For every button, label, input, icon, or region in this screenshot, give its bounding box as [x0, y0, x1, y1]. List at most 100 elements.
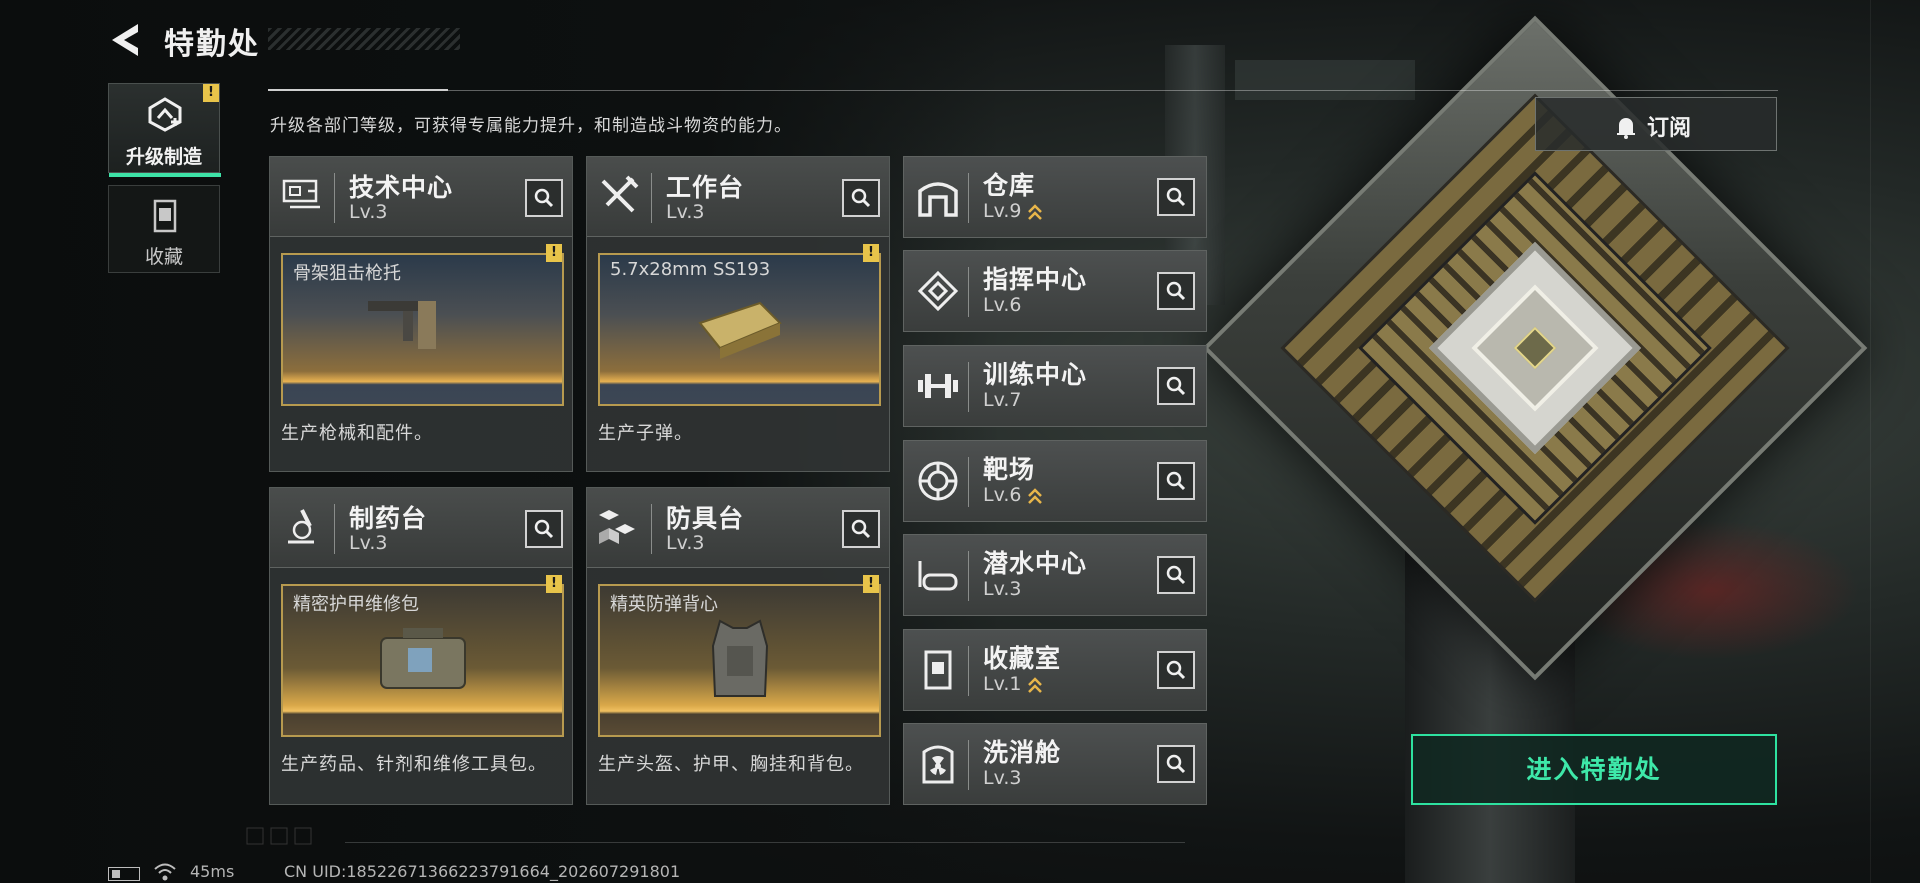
inspect-button[interactable] — [842, 179, 880, 217]
facility-card-tech-center: 技术中心 Lv.3 骨架狙击枪托 ! 生产枪械和配件。 — [269, 156, 573, 472]
search-icon — [1166, 565, 1186, 585]
facility-name: 训练中心 — [983, 360, 1088, 389]
dumbbell-icon — [918, 374, 958, 398]
radiation-icon — [922, 745, 954, 784]
microscope-icon — [288, 509, 314, 544]
facility-level: Lv.7 — [983, 389, 1022, 411]
back-button[interactable] — [108, 20, 144, 60]
facility-name: 靶场 — [983, 455, 1036, 484]
inspect-button[interactable] — [1157, 367, 1195, 405]
craft-item-name: 精英防弹背心 — [610, 594, 718, 615]
search-icon — [1166, 376, 1186, 396]
inspect-button[interactable] — [525, 510, 563, 548]
facility-level: Lv.3 — [983, 578, 1022, 600]
craft-preview[interactable]: 精密护甲维修包 — [281, 584, 564, 737]
search-icon — [1166, 660, 1186, 680]
upgrade-craft-icon — [148, 97, 182, 132]
facility-item-command-center[interactable]: 指挥中心 Lv.6 — [903, 250, 1207, 332]
inspect-button[interactable] — [1157, 272, 1195, 310]
upgrade-available-icon — [1028, 203, 1043, 220]
page-title: 特勤处 — [164, 27, 260, 62]
card-header: 工作台 Lv.3 — [587, 157, 889, 237]
facility-item-diving-center[interactable]: 潜水中心 Lv.3 — [903, 534, 1207, 616]
facility-name: 仓库 — [983, 171, 1036, 200]
page-subtitle: 升级各部门等级，可获得专属能力提升，和制造战斗物资的能力。 — [270, 116, 792, 136]
upgrade-available-icon — [1028, 487, 1043, 504]
facility-item-shooting-range[interactable]: 靶场 Lv.6 — [903, 440, 1207, 522]
alert-badge: ! — [863, 244, 879, 262]
warehouse-icon — [918, 182, 958, 217]
card-title: 工作台 — [666, 173, 745, 202]
search-icon — [1166, 754, 1186, 774]
target-icon — [918, 461, 958, 501]
battery-icon — [108, 867, 140, 881]
armor-vest-image — [711, 619, 769, 697]
search-icon — [1166, 187, 1186, 207]
craft-preview[interactable]: 骨架狙击枪托 — [281, 253, 564, 406]
facility-name: 收藏室 — [983, 644, 1062, 673]
facility-item-training-center[interactable]: 训练中心 Lv.7 — [903, 345, 1207, 427]
card-description: 生产枪械和配件。 — [281, 423, 433, 444]
craft-preview[interactable]: 5.7x28mm SS193 — [598, 253, 881, 406]
tools-icon — [601, 175, 639, 213]
inspect-button[interactable] — [525, 179, 563, 217]
enter-facility-button[interactable]: 进入特勤处 — [1411, 734, 1777, 805]
card-description: 生产子弹。 — [598, 423, 693, 444]
cubes-icon — [599, 510, 635, 544]
facility-level: Lv.3 — [983, 767, 1022, 789]
craft-preview[interactable]: 精英防弹背心 — [598, 584, 881, 737]
goggles-icon — [918, 561, 958, 591]
facility-item-collection-room[interactable]: 收藏室 Lv.1 — [903, 629, 1207, 711]
tab-active-indicator — [109, 173, 221, 177]
card-level: Lv.3 — [666, 201, 705, 223]
collection-icon — [153, 199, 177, 233]
header-divider — [268, 90, 1778, 91]
enter-facility-label: 进入特勤处 — [1526, 755, 1662, 784]
inspect-button[interactable] — [842, 510, 880, 548]
tab-collection[interactable]: 收藏 — [108, 185, 220, 273]
facility-level: Lv.6 — [983, 484, 1043, 506]
inspect-button[interactable] — [1157, 745, 1195, 783]
trophy-icon — [924, 650, 952, 690]
alert-badge: ! — [203, 84, 219, 102]
card-header: 制药台 Lv.3 — [270, 488, 572, 568]
inspect-button[interactable] — [1157, 462, 1195, 500]
user-uid: CN UID:1852267136622379​1664_20260729180… — [284, 862, 681, 881]
facility-level: Lv.6 — [983, 294, 1022, 316]
decorative-marks — [246, 827, 312, 845]
facility-name: 潜水中心 — [983, 549, 1088, 578]
subscribe-label: 订阅 — [1647, 116, 1692, 141]
repair-kit-image — [380, 628, 466, 689]
card-level: Lv.3 — [349, 201, 388, 223]
card-header: 技术中心 Lv.3 — [270, 157, 572, 237]
back-arrow-icon — [112, 24, 138, 56]
upgrade-available-icon — [1028, 676, 1043, 693]
search-icon — [851, 519, 871, 539]
tab-upgrade-craft[interactable]: 升级制造 ! — [108, 83, 221, 177]
bell-icon — [1617, 118, 1635, 139]
search-icon — [851, 188, 871, 208]
facility-item-decon-chamber[interactable]: 洗消舱 Lv.3 — [903, 723, 1207, 805]
inspect-button[interactable] — [1157, 556, 1195, 594]
alert-badge: ! — [546, 244, 562, 262]
card-title: 技术中心 — [349, 173, 454, 202]
alert-badge: ! — [546, 575, 562, 593]
facility-level: Lv.1 — [983, 673, 1043, 695]
facility-name: 指挥中心 — [983, 265, 1088, 294]
search-icon — [534, 519, 554, 539]
craft-item-name: 精密护甲维修包 — [293, 594, 419, 615]
subscribe-button[interactable]: 订阅 — [1535, 97, 1777, 151]
facility-item-warehouse[interactable]: 仓库 Lv.9 — [903, 156, 1207, 238]
chip-icon — [917, 270, 959, 312]
card-header: 防具台 Lv.3 — [587, 488, 889, 568]
tab-collection-label: 收藏 — [144, 246, 183, 268]
alert-badge: ! — [863, 575, 879, 593]
craft-item-name: 骨架狙击枪托 — [293, 263, 401, 284]
network-latency: 45ms — [190, 862, 235, 881]
inspect-button[interactable] — [1157, 178, 1195, 216]
title-decoration — [268, 28, 460, 50]
facility-card-pharmacy: 制药台 Lv.3 精密护甲维修包 ! 生产药品、针剂和维修工具包。 — [269, 487, 573, 805]
inspect-button[interactable] — [1157, 651, 1195, 689]
background-edge — [1870, 0, 1920, 883]
card-description: 生产药品、针剂和维修工具包。 — [281, 754, 547, 775]
